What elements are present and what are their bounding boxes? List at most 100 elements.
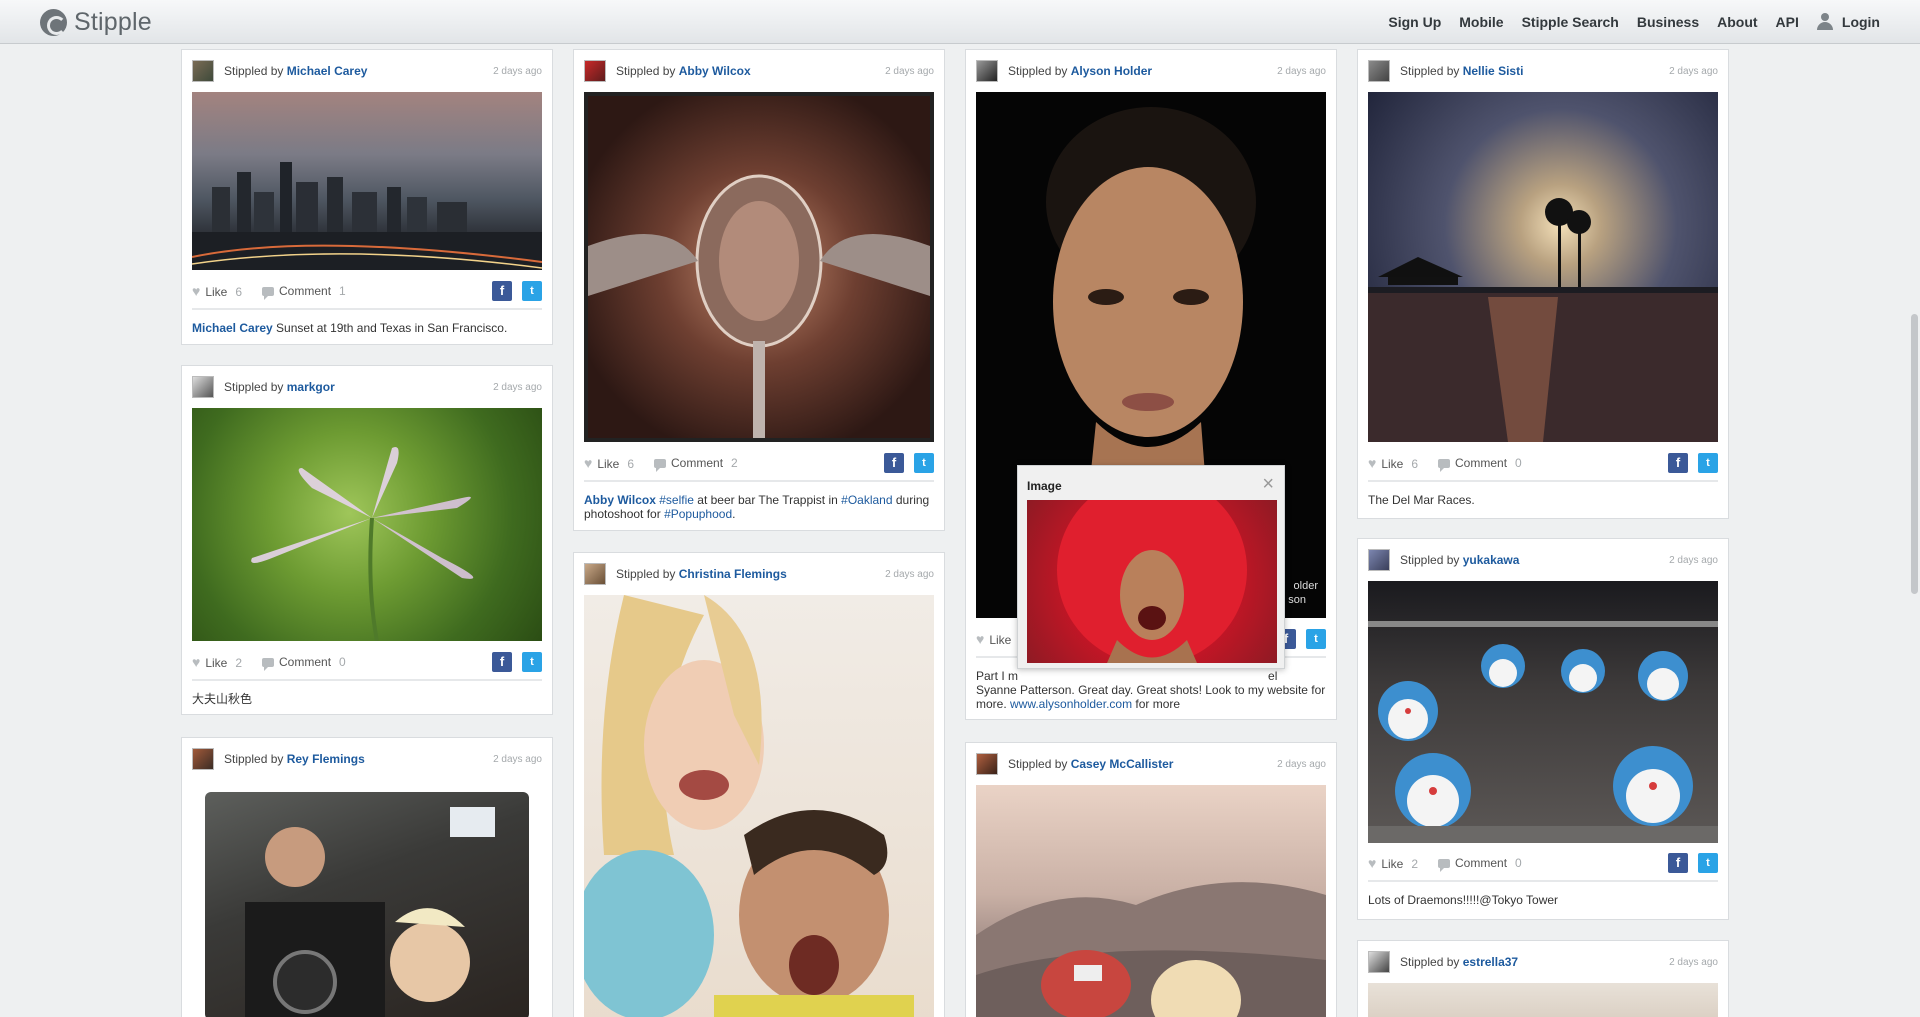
timestamp: 2 days ago (1277, 758, 1326, 770)
facebook-share-icon[interactable]: f (492, 281, 512, 301)
like-button[interactable]: ♥ Like 2 (192, 654, 242, 670)
avatar[interactable] (192, 60, 214, 82)
post-photo[interactable] (192, 408, 542, 642)
stippled-by: Stippled by Casey McCallister (1008, 757, 1174, 771)
website-link[interactable]: www.alysonholder.com (1010, 697, 1132, 711)
nav-about[interactable]: About (1717, 14, 1757, 30)
doraemon-photo (1368, 621, 1718, 843)
stippled-by: Stippled by Abby Wilcox (616, 64, 751, 78)
nav-business[interactable]: Business (1637, 14, 1699, 30)
like-button[interactable]: ♥ Like 6 (584, 455, 634, 471)
avatar[interactable] (1368, 60, 1390, 82)
post-card: Stippled by Nellie Sisti 2 days ago ♥ Lik… (1357, 49, 1729, 519)
divider (1368, 480, 1718, 482)
author-link[interactable]: Casey McCallister (1071, 757, 1174, 771)
twitter-share-icon[interactable]: t (1698, 853, 1718, 873)
del-mar-sunset-photo (1368, 198, 1718, 442)
stippled-by: Stippled by Michael Carey (224, 64, 368, 78)
nav-login[interactable]: Login (1816, 13, 1880, 31)
post-photo[interactable] (192, 780, 542, 1017)
like-button[interactable]: ♥ Like 2 (1368, 855, 1418, 871)
heart-icon: ♥ (1368, 455, 1377, 471)
nav-mobile[interactable]: Mobile (1459, 14, 1503, 30)
post-caption: The Del Mar Races. (1368, 493, 1475, 507)
post-photo[interactable] (976, 785, 1326, 1017)
stippled-by: Stippled by estrella37 (1400, 955, 1519, 969)
page-scrollbar[interactable] (1908, 44, 1920, 1017)
timestamp: 2 days ago (1669, 65, 1718, 77)
timestamp: 2 days ago (493, 65, 542, 77)
comment-button[interactable]: Comment 0 (1455, 456, 1522, 470)
post-card: Stippled by Casey McCallister 2 days ago (965, 742, 1337, 1017)
facebook-share-icon[interactable]: f (1668, 853, 1688, 873)
post-photo[interactable] (1368, 92, 1718, 442)
post-photo[interactable] (1368, 581, 1718, 843)
post-card: Stippled by Michael Carey 2 days ago ♥ Li… (181, 49, 553, 345)
author-link[interactable]: Abby Wilcox (679, 64, 751, 78)
scrollbar-thumb[interactable] (1911, 314, 1918, 594)
avatar[interactable] (584, 60, 606, 82)
post-actions: ♥ Like 2 Comment 0 f t (192, 652, 542, 672)
popup-title: Image (1027, 479, 1062, 493)
comment-button[interactable]: Comment 0 (1455, 856, 1522, 870)
avatar[interactable] (192, 748, 214, 770)
stippled-by: Stippled by Alyson Holder (1008, 64, 1153, 78)
comment-button[interactable]: Comment 1 (279, 284, 346, 298)
twitter-share-icon[interactable]: t (522, 652, 542, 672)
twitter-share-icon[interactable]: t (1306, 629, 1326, 649)
post-photo[interactable] (574, 595, 934, 1017)
author-link[interactable]: Alyson Holder (1071, 64, 1152, 78)
twitter-share-icon[interactable]: t (914, 453, 934, 473)
comment-button[interactable]: Comment 0 (279, 655, 346, 669)
heart-icon: ♥ (192, 283, 201, 299)
nav-api[interactable]: API (1776, 14, 1799, 30)
post-header: Stippled by Casey McCallister 2 days ago (976, 753, 1326, 775)
author-link[interactable]: Christina Flemings (679, 567, 787, 581)
facebook-share-icon[interactable]: f (884, 453, 904, 473)
hollywood-hills-photo (976, 882, 1326, 1017)
author-link[interactable]: yukakawa (1463, 553, 1520, 567)
twitter-share-icon[interactable]: t (522, 281, 542, 301)
main-nav: Sign Up Mobile Stipple Search Business A… (1370, 0, 1880, 44)
author-link[interactable]: estrella37 (1463, 955, 1518, 969)
nav-stipple-search[interactable]: Stipple Search (1522, 14, 1619, 30)
stippled-by: Stippled by Nellie Sisti (1400, 64, 1524, 78)
top-bar: Stipple Sign Up Mobile Stipple Search Bu… (0, 0, 1920, 44)
avatar[interactable] (1368, 549, 1390, 571)
popup-image[interactable] (1027, 475, 1277, 665)
like-button[interactable]: ♥ Like (976, 631, 1011, 647)
post-photo[interactable] (584, 92, 934, 442)
avatar[interactable] (976, 753, 998, 775)
stipple-logo[interactable]: Stipple (40, 8, 152, 36)
post-header: Stippled by Abby Wilcox 2 days ago (584, 60, 934, 82)
like-button[interactable]: ♥ Like 6 (192, 283, 242, 299)
post-actions: ♥ Like 6 Comment 0 f t (1368, 453, 1718, 473)
post-photo[interactable] (191, 92, 543, 270)
avatar[interactable] (976, 60, 998, 82)
comment-icon (262, 657, 275, 671)
facebook-share-icon[interactable]: f (1668, 453, 1688, 473)
comment-button[interactable]: Comment 2 (671, 456, 738, 470)
author-link[interactable]: Nellie Sisti (1463, 64, 1524, 78)
avatar[interactable] (192, 376, 214, 398)
timestamp: 2 days ago (1277, 65, 1326, 77)
brand-name: Stipple (74, 7, 152, 36)
twitter-share-icon[interactable]: t (1698, 453, 1718, 473)
post-photo[interactable] (1368, 983, 1718, 1017)
divider (192, 679, 542, 681)
nav-sign-up[interactable]: Sign Up (1388, 14, 1441, 30)
avatar[interactable] (584, 563, 606, 585)
like-button[interactable]: ♥ Like 6 (1368, 455, 1418, 471)
post-actions: ♥ Like 6 Comment 2 f t (584, 453, 934, 473)
author-link[interactable]: Rey Flemings (287, 752, 365, 766)
avatar[interactable] (1368, 951, 1390, 973)
facebook-share-icon[interactable]: f (492, 652, 512, 672)
close-icon[interactable]: × (1262, 473, 1274, 496)
post-actions: ♥ Like 2 Comment 0 f t (1368, 853, 1718, 873)
author-link[interactable]: markgor (287, 380, 335, 394)
post-caption: Michael Carey Sunset at 19th and Texas i… (192, 321, 508, 335)
post-header: Stippled by estrella37 2 days ago (1368, 951, 1718, 973)
author-link[interactable]: Michael Carey (287, 64, 368, 78)
timestamp: 2 days ago (493, 753, 542, 765)
flower-photo (251, 447, 474, 642)
